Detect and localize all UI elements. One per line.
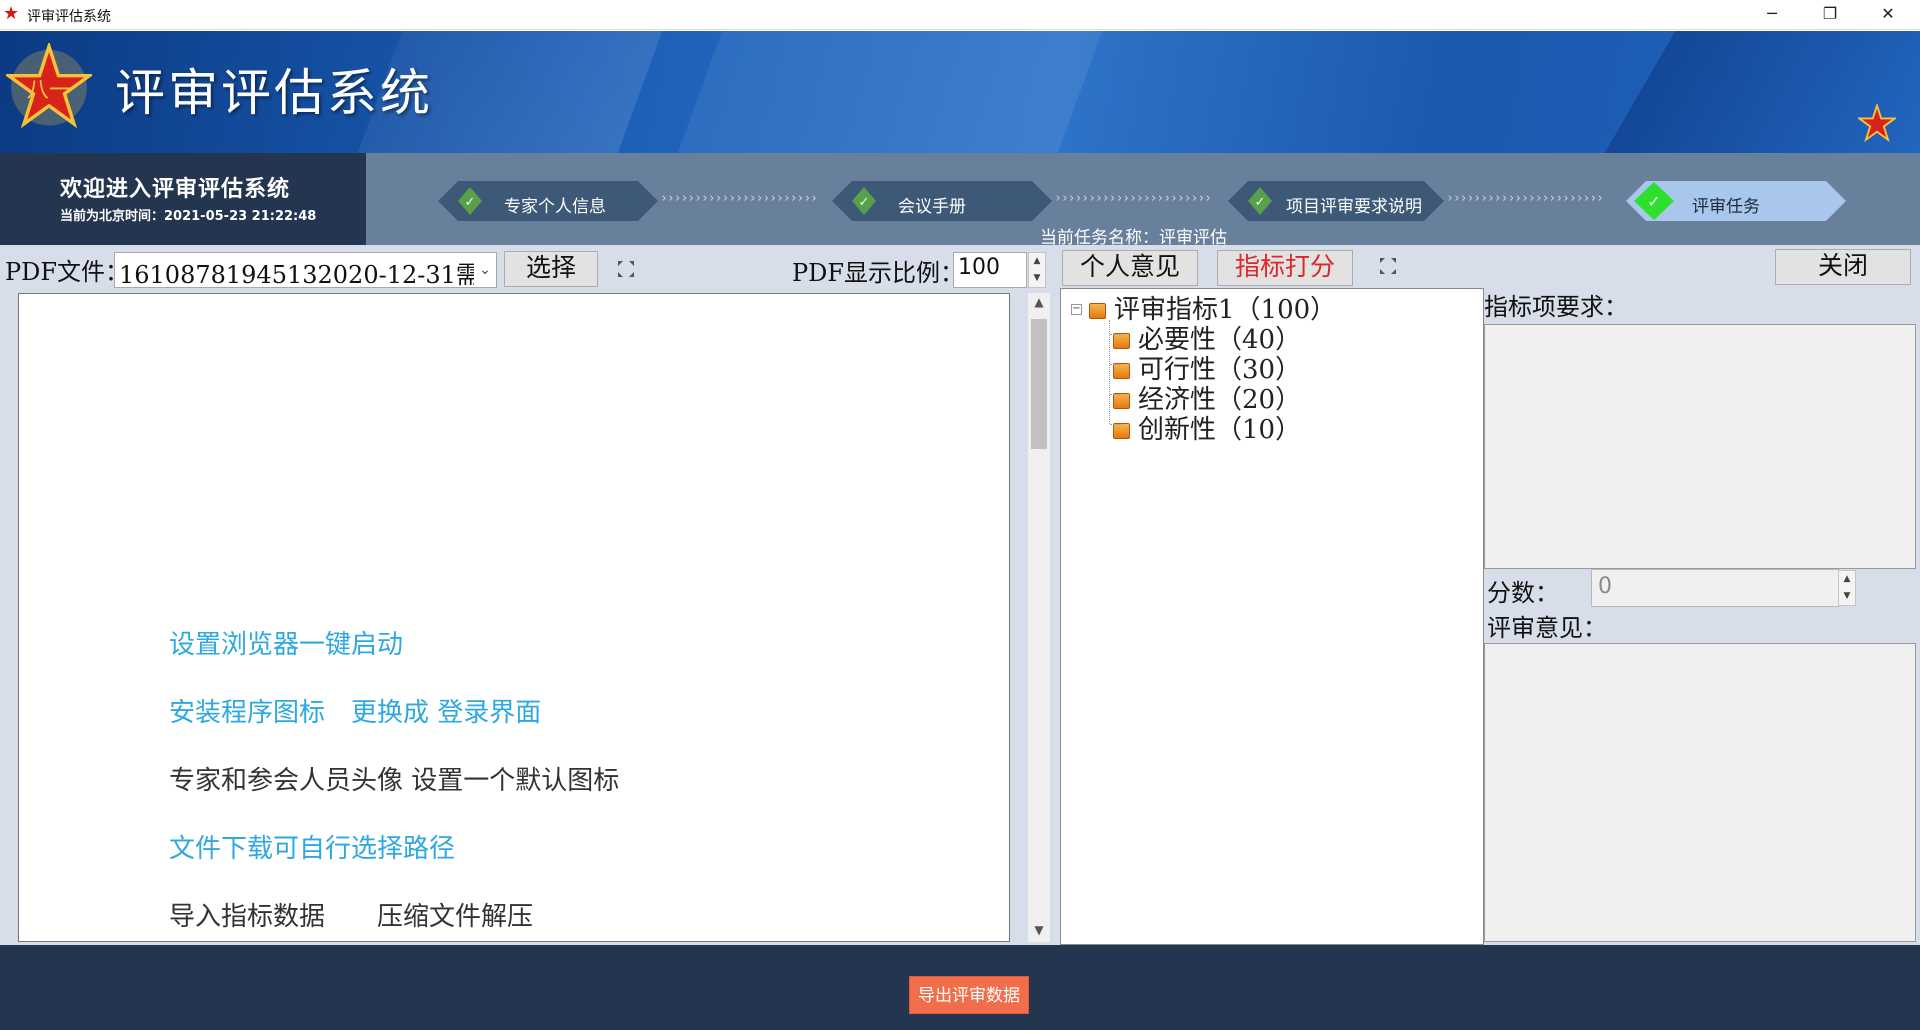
pdf-text-line: 导入指标数据 压缩文件解压 bbox=[169, 902, 534, 932]
window-title-bar: ★ 评审评估系统 ─ ❐ ✕ bbox=[0, 0, 1920, 30]
banner-title: 评审评估系统 bbox=[115, 64, 433, 122]
spin-down-icon[interactable]: ▼ bbox=[1839, 588, 1855, 605]
comment-label: 评审意见： bbox=[1487, 614, 1607, 642]
pdf-scale-input[interactable]: 100 bbox=[953, 252, 1027, 288]
pdf-text-line: 安装程序图标 更换成 登录界面 bbox=[169, 698, 542, 728]
tree-connector bbox=[1110, 424, 1122, 425]
pdf-file-select[interactable]: 16108781945132020-12-31需求 ⌄ bbox=[114, 252, 497, 288]
spin-up-icon[interactable]: ▲ bbox=[1029, 253, 1045, 270]
minimize-button[interactable]: ─ bbox=[1743, 0, 1801, 30]
banner-decoration bbox=[677, 31, 1103, 153]
step-connector: ››››››››››››››››››››››› bbox=[1054, 193, 1212, 205]
tree-node-child[interactable]: 创新性（10） bbox=[1113, 409, 1301, 446]
main-panel: PDF文件： 16108781945132020-12-31需求 ⌄ 选择 PD… bbox=[0, 245, 1920, 945]
scroll-up-icon[interactable]: ▲ bbox=[1028, 295, 1050, 313]
spin-up-icon[interactable]: ▲ bbox=[1839, 571, 1855, 588]
indicator-tree[interactable]: − 评审指标1（100） 必要性（40） 可行性（30） 经济性（20） 创新性… bbox=[1060, 288, 1484, 945]
pdf-scale-spinner[interactable]: ▲ ▼ bbox=[1028, 252, 1046, 288]
spin-down-icon[interactable]: ▼ bbox=[1029, 270, 1045, 287]
indicator-score-button[interactable]: 指标打分 bbox=[1217, 250, 1353, 286]
pdf-viewer[interactable]: 设置浏览器一键启动 安装程序图标 更换成 登录界面 专家和参会人员头像 设置一个… bbox=[18, 293, 1010, 942]
step-label: 项目评审要求说明 bbox=[1286, 197, 1422, 217]
pdf-text-line: 专家和参会人员头像 设置一个默认图标 bbox=[169, 766, 620, 796]
tree-collapse-icon[interactable]: − bbox=[1071, 304, 1082, 315]
beijing-time-display: 当前为北京时间：2021-05-23 21:22:48 bbox=[60, 209, 317, 224]
score-spinner[interactable]: ▲ ▼ bbox=[1838, 570, 1856, 606]
window-title: 评审评估系统 bbox=[27, 9, 111, 25]
close-window-button[interactable]: ✕ bbox=[1859, 0, 1917, 30]
step-review-task[interactable]: ✓ 评审任务 bbox=[1626, 181, 1846, 221]
personal-opinion-button[interactable]: 个人意见 bbox=[1062, 250, 1198, 286]
scrollbar-thumb[interactable] bbox=[1031, 319, 1047, 449]
svg-text:✓: ✓ bbox=[465, 195, 476, 210]
pdf-file-label: PDF文件： bbox=[5, 258, 130, 286]
small-star-emblem-icon bbox=[1858, 104, 1896, 142]
pdf-file-value: 16108781945132020-12-31需求 bbox=[119, 261, 497, 288]
folder-icon bbox=[1113, 393, 1130, 409]
tree-connector bbox=[1110, 334, 1122, 335]
workflow-steps-bar: 欢迎进入评审评估系统 当前为北京时间：2021-05-23 21:22:48 ✓… bbox=[0, 153, 1920, 248]
welcome-panel: 欢迎进入评审评估系统 当前为北京时间：2021-05-23 21:22:48 bbox=[0, 153, 366, 245]
score-input[interactable]: 0 bbox=[1591, 569, 1839, 607]
tree-node-label: 创新性（10） bbox=[1138, 415, 1302, 445]
pdf-vertical-scrollbar[interactable]: ▲ ▼ bbox=[1028, 293, 1050, 942]
svg-text:✓: ✓ bbox=[859, 195, 870, 210]
restore-button[interactable]: ❐ bbox=[1801, 0, 1859, 30]
svg-text:✓: ✓ bbox=[1647, 192, 1660, 211]
pdf-text-line: 设置浏览器一键启动 bbox=[169, 630, 404, 660]
step-label: 专家个人信息 bbox=[504, 197, 606, 217]
svg-text:八一: 八一 bbox=[27, 77, 72, 103]
step-connector: ››››››››››››››››››››››› bbox=[1446, 193, 1604, 205]
step-label: 评审任务 bbox=[1692, 197, 1760, 217]
tree-connector bbox=[1109, 320, 1110, 424]
footer-bar: 导出评审数据 bbox=[0, 945, 1920, 1030]
folder-icon bbox=[1113, 363, 1130, 379]
step-connector: ››››››››››››››››››››››› bbox=[660, 193, 818, 205]
scroll-down-icon[interactable]: ▼ bbox=[1028, 923, 1050, 941]
expand-icon[interactable] bbox=[616, 259, 636, 279]
folder-icon bbox=[1113, 333, 1130, 349]
step-meeting-manual[interactable]: ✓ 会议手册 bbox=[832, 181, 1052, 221]
app-star-icon: ★ bbox=[3, 3, 20, 24]
folder-icon bbox=[1089, 303, 1106, 319]
score-label: 分数： bbox=[1487, 579, 1559, 607]
header-banner: 八一 评审评估系统 bbox=[0, 31, 1920, 153]
review-comment-textarea[interactable] bbox=[1484, 643, 1916, 942]
expand-icon[interactable] bbox=[1378, 256, 1398, 276]
svg-text:✓: ✓ bbox=[1255, 195, 1266, 210]
step-expert-info[interactable]: ✓ 专家个人信息 bbox=[438, 181, 658, 221]
close-button[interactable]: 关闭 bbox=[1775, 249, 1911, 285]
chevron-down-icon[interactable]: ⌄ bbox=[474, 253, 496, 287]
step-review-requirements[interactable]: ✓ 项目评审要求说明 bbox=[1228, 181, 1444, 221]
welcome-title: 欢迎进入评审评估系统 bbox=[60, 176, 291, 202]
step-label: 会议手册 bbox=[898, 197, 966, 217]
pdf-scale-label: PDF显示比例： bbox=[792, 259, 965, 287]
folder-icon bbox=[1113, 423, 1130, 439]
tree-connector bbox=[1110, 394, 1122, 395]
export-review-data-button[interactable]: 导出评审数据 bbox=[909, 976, 1029, 1014]
requirement-label: 指标项要求： bbox=[1484, 293, 1628, 321]
army-star-emblem-icon: 八一 bbox=[6, 43, 92, 129]
requirement-text-area bbox=[1484, 324, 1916, 569]
pdf-text-line: 文件下载可自行选择路径 bbox=[169, 834, 456, 864]
tree-connector bbox=[1110, 364, 1122, 365]
select-file-button[interactable]: 选择 bbox=[504, 251, 598, 287]
